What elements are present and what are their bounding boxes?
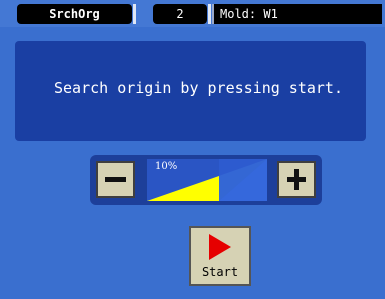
increase-speed-button[interactable] (277, 161, 316, 198)
hmi-screen: SrchOrg 2 Mold: W1 Search origin by pres… (0, 0, 385, 299)
start-button-label: Start (201, 265, 239, 279)
start-button[interactable]: Start (189, 226, 251, 286)
status-bar: SrchOrg 2 Mold: W1 (0, 0, 385, 27)
play-icon (209, 234, 231, 260)
speed-gauge: 10% (147, 159, 267, 201)
mold-label: Mold: W1 (212, 4, 382, 24)
page-number-label: 2 (153, 4, 207, 24)
decrease-speed-button[interactable] (96, 161, 135, 198)
message-panel: Search origin by pressing start. (15, 41, 366, 141)
speed-value-label: 10% (155, 161, 178, 172)
speed-control: 10% (90, 155, 322, 205)
instruction-message: Search origin by pressing start. (54, 79, 343, 97)
status-divider (133, 4, 136, 24)
screen-name-label: SrchOrg (17, 4, 132, 24)
status-divider (208, 4, 211, 24)
